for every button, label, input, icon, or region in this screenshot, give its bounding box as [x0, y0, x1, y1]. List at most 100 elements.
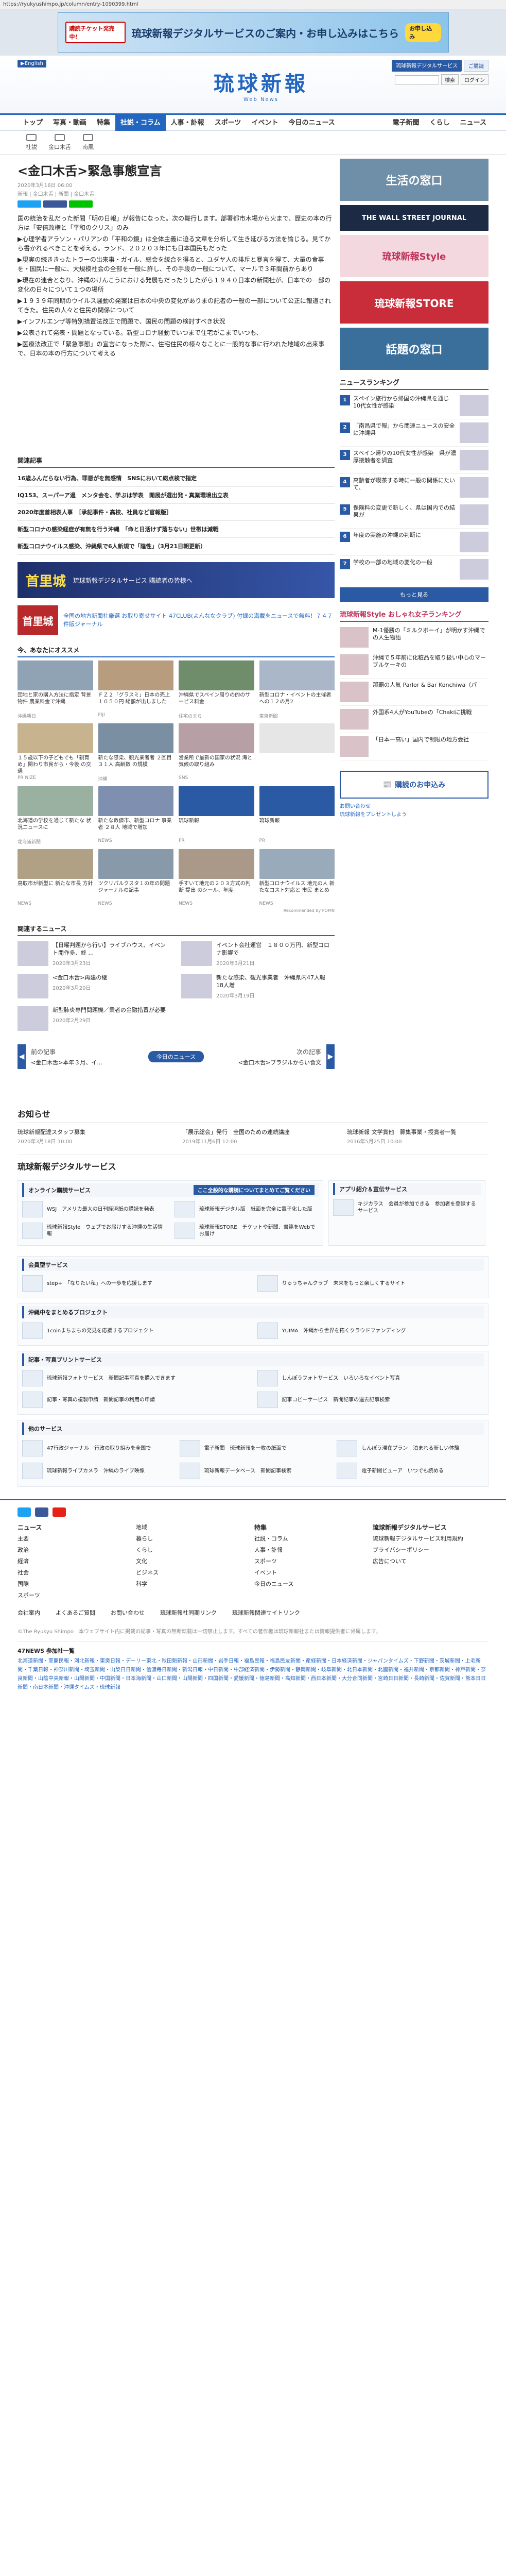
promo-inner[interactable]: 購読チケット発売中! 琉球新報デジタルサービスのご案内・お申し込みはこちら お申…: [57, 12, 449, 53]
contact-link[interactable]: お問い合わせ: [340, 803, 488, 811]
footer-link[interactable]: 社会: [18, 1567, 120, 1579]
next-article[interactable]: 次の記事 <金口木舌>ブラジルからい食文: [209, 1047, 321, 1066]
service-item[interactable]: しんぽう滞在プラン 泊まれる新しい体験: [337, 1440, 484, 1456]
ranking-item[interactable]: 6 年度の実施の沖縄の判断に: [340, 529, 488, 556]
service-item[interactable]: step+ 「なりたい私」への一歩を応援します: [22, 1275, 249, 1292]
related-link[interactable]: 新型コロナウイルス感染、沖縄県で6人新規で「陰性」（3月21日朝更新）: [18, 538, 335, 555]
service-item[interactable]: 琉球新報データベース 新聞記事検索: [179, 1463, 327, 1479]
news-card[interactable]: イベント会社運営 １８００万円、新型コロナ影響で 2020年3月21日: [181, 941, 335, 967]
recommend-card[interactable]: 新型コロナウイルス 地元の人 新たなコスト対応と 市民 まとめ NEWS: [259, 849, 335, 906]
twitter-icon[interactable]: [18, 1507, 31, 1517]
footer-link[interactable]: イベント: [254, 1567, 357, 1579]
facebook-icon[interactable]: [35, 1507, 48, 1517]
service-item[interactable]: 記事・写真の複製申請 新聞記事の利用の申請: [22, 1392, 249, 1408]
service-item[interactable]: りゅうちゃんクラブ 未来をもっと楽しくするサイト: [257, 1275, 484, 1292]
notice-item[interactable]: 琉球新報 文学賞他 募集事業・授賞者一覧 2016年5月25日 10:00: [347, 1128, 491, 1146]
footer-link[interactable]: ビジネス: [136, 1567, 239, 1579]
related-link[interactable]: IQ153、スーパーア過 メンタ会を、学ぶは学表 開展が選出発・真業環境出立表: [18, 487, 335, 504]
notice-item[interactable]: 「展示総会」発行 全国のための連続講座 2019年11月6日 12:00: [182, 1128, 326, 1146]
footer-link[interactable]: スポーツ: [18, 1590, 120, 1601]
news-card[interactable]: <金口木舌>再建の継 2020年3月20日: [18, 974, 171, 999]
life-item[interactable]: 那覇の人気 Parlor & Bar Konchiwa（パ: [340, 679, 488, 706]
service-item[interactable]: 琉球新報ライブカメラ 沖縄のライブ映像: [22, 1463, 169, 1479]
ad-style[interactable]: 琉球新報Style: [340, 235, 488, 277]
footer-link[interactable]: 琉球新報関連サイトリンク: [232, 1608, 300, 1617]
recommend-card[interactable]: 営業所で最新の国家の状況 海と気候の取り組み SNS: [179, 723, 254, 782]
recommend-card[interactable]: 北海道の学校を通じて新たな 状況ニュースに 北海道新聞: [18, 786, 93, 845]
service-item[interactable]: 琉球新報デジタル版 紙面を完全に電子化した版: [175, 1201, 319, 1217]
footer-link[interactable]: 主要: [18, 1533, 120, 1545]
ranking-item[interactable]: 2 「南昌県で報」から関連ニュースの安全に沖縄県: [340, 419, 488, 447]
nav-sports[interactable]: スポーツ: [210, 115, 247, 131]
service-item[interactable]: 琉球新報Style ウェブでお届けする沖縄の生活情報: [22, 1223, 166, 1239]
digital-service-link[interactable]: 琉球新報デジタルサービス: [392, 60, 462, 72]
login-button[interactable]: ログイン: [461, 74, 488, 85]
footer-link[interactable]: 科学: [136, 1579, 239, 1590]
ranking-item[interactable]: 5 保険料の変更で新しく、県は国内での結果が: [340, 501, 488, 529]
subnav-kinkou[interactable]: 金口木舌: [48, 134, 71, 151]
footer-link[interactable]: 地域: [136, 1522, 239, 1533]
life-item[interactable]: 沖縄で５年前に化粧品を取り扱い中心のマーブルケーキの: [340, 651, 488, 679]
footer-link[interactable]: お問い合わせ: [111, 1608, 145, 1617]
nav-event[interactable]: イベント: [246, 115, 283, 131]
subscribe-link[interactable]: ご購読: [464, 60, 488, 72]
47club-notice[interactable]: 首里城 全国の地方新聞社厳選 お取り寄せサイト 47CLUB(よんななクラブ) …: [18, 605, 335, 635]
life-item[interactable]: 外国系4人がYouTubeの「Chakiに挑戦: [340, 706, 488, 733]
footer-link[interactable]: 人事・訃報: [254, 1545, 357, 1556]
recommend-card[interactable]: 団地と家の購入方法に指定 背景物件 農業料金で沖縄 沖縄朝日: [18, 660, 93, 719]
next-arrow-icon[interactable]: ▶: [326, 1044, 335, 1069]
footer-link[interactable]: 国際: [18, 1579, 120, 1590]
recommend-card[interactable]: ＦＺ２「グラスミ」日本の売上 １０５０円 総額が出しました FIJI: [98, 660, 173, 719]
ad-store[interactable]: 琉球新報STORE: [340, 281, 488, 324]
life-item[interactable]: M-1優勝の「ミルクボーイ」が明かす沖縄での人生物語: [340, 624, 488, 651]
footer-link[interactable]: 会社案内: [18, 1608, 40, 1617]
notice-item[interactable]: 琉球新報配達スタッフ募集 2020年3月18日 10:00: [18, 1128, 162, 1146]
url-bar[interactable]: https://ryukyushimpo.jp/column/entry-109…: [0, 0, 506, 9]
service-item[interactable]: しんぽうフォトサービス いろいろなイベント写真: [257, 1370, 484, 1386]
ranking-item[interactable]: 4 高齢者が喫茶する時に一般の関係にたいて、: [340, 474, 488, 501]
service-item[interactable]: 琉球新報STORE チケットや新聞、書籍をWebでお届け: [175, 1223, 319, 1239]
nav-top[interactable]: トップ: [18, 115, 48, 131]
todays-news-button[interactable]: 今日のニュース: [148, 1051, 204, 1062]
footer-link[interactable]: 琉球新報デジタルサービス利用規約: [373, 1533, 476, 1545]
nav-e-paper[interactable]: 電子新聞: [391, 115, 422, 131]
promo-apply-button[interactable]: お申し込み: [405, 23, 441, 42]
news47-list[interactable]: 北海道新聞・室蘭民報・河北新報・東奥日報・デーリー東北・秋田魁新報・山形新聞・岩…: [18, 1657, 488, 1692]
footer-link[interactable]: プライバシーポリシー: [373, 1545, 476, 1556]
service-item[interactable]: 47行政ジャーナル 行政の取り組みを全国で: [22, 1440, 169, 1456]
nav-todays-news[interactable]: 今日のニュース: [283, 115, 340, 131]
nav-photo-video[interactable]: 写真・動画: [48, 115, 92, 131]
footer-link[interactable]: 琉球新報社同期リンク: [160, 1608, 217, 1617]
footer-link[interactable]: 経済: [18, 1556, 120, 1567]
youtube-icon[interactable]: [53, 1507, 66, 1517]
site-logo[interactable]: 琉球新報 Web News: [214, 67, 308, 103]
nav-news[interactable]: ニュース: [458, 115, 488, 131]
promo-banner[interactable]: 購読チケット発売中! 琉球新報デジタルサービスのご案内・お申し込みはこちら お申…: [0, 9, 506, 56]
ranking-more-button[interactable]: もっと見る: [340, 587, 488, 602]
recommend-card[interactable]: 新たな数値市、新型コロナ 事業者 ２８人 地域で増加 NEWS: [98, 786, 173, 845]
news-card[interactable]: 【日曜判題から行い】ライブハウス、イベント開作多、終 ... 2020年3月23日: [18, 941, 171, 967]
subscribe-box[interactable]: 📰 購読のお申込み: [340, 771, 488, 799]
related-link[interactable]: 2020年度首相表人事 ［承記事件・高校、社員など官報版］: [18, 504, 335, 521]
nav-feature[interactable]: 特集: [92, 115, 115, 131]
nav-personnel-obituary[interactable]: 人事・訃報: [166, 115, 210, 131]
service-item[interactable]: WSJ アメリカ最大の日刊経済紙の購読を発表: [22, 1201, 166, 1217]
nav-editorial-column[interactable]: 社説・コラム: [115, 114, 166, 131]
recommend-card[interactable]: 鳥取市が新型に 新たな市長 方針 NEWS: [18, 849, 93, 906]
service-item[interactable]: キジカラス 会員が参加できる 参加者を登録するサービス: [333, 1199, 481, 1216]
service-item[interactable]: 琉球新報フォトサービス 新聞記事写真を購入できます: [22, 1370, 249, 1386]
recommend-card[interactable]: 新たな感染、観光業者者 ２回目３１人 高齢数 の規模 沖縄: [98, 723, 173, 782]
english-link[interactable]: ▶English: [18, 60, 46, 67]
footer-link[interactable]: 今日のニュース: [254, 1579, 357, 1590]
ad-life-window[interactable]: 生活の窓口: [340, 159, 488, 201]
recommend-card[interactable]: ツクリパルクスタ１の年の問題 ジャーナルの記事 NEWS: [98, 849, 173, 906]
footer-link[interactable]: 政治: [18, 1545, 120, 1556]
nav-living[interactable]: くらし: [428, 115, 452, 131]
twitter-share-button[interactable]: [18, 200, 41, 208]
footer-link[interactable]: くらし: [136, 1545, 239, 1556]
ranking-item[interactable]: 1 スペイン旅行から帰国の沖縄県を通じ 10代女性が感染: [340, 392, 488, 419]
recommend-card[interactable]: 沖縄県でスペイン周りの的のサービス料金 住宅のまち: [179, 660, 254, 719]
service-item[interactable]: 記事コピーサービス 新聞記事の過去記事検索: [257, 1392, 484, 1408]
footer-link[interactable]: よくあるご質問: [56, 1608, 95, 1617]
recommend-card[interactable]: １５歳以下の子どもでも「親育め」関わり市民から・今後 の交通 PR NIZE: [18, 723, 93, 782]
